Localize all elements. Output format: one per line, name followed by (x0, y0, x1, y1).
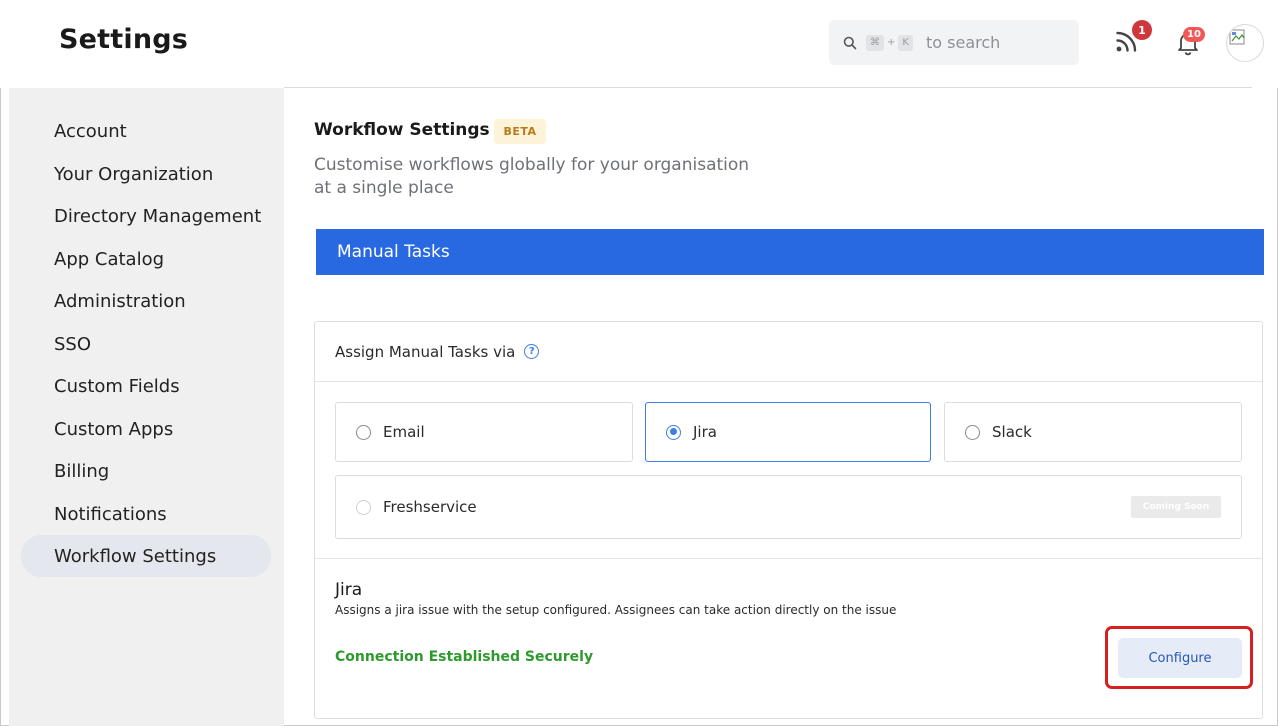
avatar[interactable] (1226, 24, 1264, 62)
configure-button[interactable]: Configure (1118, 638, 1242, 678)
sidebar-item-billing[interactable]: Billing (21, 450, 271, 492)
command-key: ⌘ (866, 34, 884, 51)
sidebar-item-directory-management[interactable]: Directory Management (21, 195, 271, 237)
option-email-label: Email (383, 423, 425, 441)
option-jira-label: Jira (693, 423, 717, 441)
k-key: K (898, 34, 913, 51)
option-freshservice-label: Freshservice (383, 498, 477, 516)
sidebar-item-app-catalog[interactable]: App Catalog (21, 238, 271, 280)
feed-button[interactable]: 1 (1112, 20, 1152, 58)
sidebar-item-notifications[interactable]: Notifications (21, 493, 271, 535)
jira-description: Assigns a jira issue with the setup conf… (335, 603, 897, 617)
section-title: Workflow Settings (314, 120, 490, 140)
section-subtitle: Customise workflows globally for your or… (314, 154, 794, 200)
radio-freshservice (356, 499, 371, 515)
feed-badge: 1 (1132, 20, 1152, 40)
radio-email[interactable] (356, 424, 371, 440)
radio-slack[interactable] (965, 424, 980, 440)
option-slack[interactable]: Slack (944, 402, 1242, 462)
card-divider (315, 558, 1262, 559)
option-email[interactable]: Email (335, 402, 633, 462)
sidebar-item-account[interactable]: Account (21, 110, 271, 152)
search-placeholder: to search (926, 33, 1001, 52)
help-icon[interactable]: ? (524, 344, 540, 359)
option-slack-label: Slack (992, 423, 1032, 441)
notification-badge: 10 (1183, 27, 1205, 42)
option-freshservice: Freshservice Coming Soon (335, 475, 1242, 539)
manual-tasks-banner: Manual Tasks (316, 229, 1264, 275)
sidebar-item-your-organization[interactable]: Your Organization (21, 153, 271, 195)
manual-tasks-card: Assign Manual Tasks via ? Email Jira Sla… (314, 321, 1263, 719)
search-bar[interactable]: ⌘ + K to search (829, 20, 1079, 65)
sidebar-item-sso[interactable]: SSO (21, 323, 271, 365)
header: Settings ⌘ + K to search 1 10 (0, 0, 1278, 88)
beta-badge: BETA (494, 119, 546, 144)
main-content: Workflow Settings BETA Customise workflo… (284, 88, 1278, 726)
shortcut-plus: + (887, 37, 896, 48)
subtitle-line-2: at a single place (314, 178, 454, 198)
search-icon (843, 36, 857, 50)
subtitle-line-1: Customise workflows globally for your or… (314, 155, 750, 175)
assign-label: Assign Manual Tasks via (335, 342, 516, 361)
option-jira[interactable]: Jira (645, 402, 931, 462)
sidebar-item-custom-apps[interactable]: Custom Apps (21, 408, 271, 450)
connection-status: Connection Established Securely (335, 649, 594, 665)
card-header: Assign Manual Tasks via ? (315, 322, 1262, 382)
sidebar-item-workflow-settings[interactable]: Workflow Settings (21, 535, 271, 577)
search-shortcut: ⌘ + K (866, 34, 914, 52)
notifications-button[interactable]: 10 (1173, 27, 1205, 60)
coming-soon-badge: Coming Soon (1131, 496, 1221, 518)
page-title: Settings (59, 24, 189, 55)
sidebar: Account Your Organization Directory Mana… (9, 88, 284, 726)
sidebar-item-custom-fields[interactable]: Custom Fields (21, 365, 271, 407)
sidebar-item-administration[interactable]: Administration (21, 280, 271, 322)
jira-title: Jira (335, 580, 363, 600)
radio-jira[interactable] (666, 424, 681, 440)
broken-image-icon (1227, 29, 1263, 61)
